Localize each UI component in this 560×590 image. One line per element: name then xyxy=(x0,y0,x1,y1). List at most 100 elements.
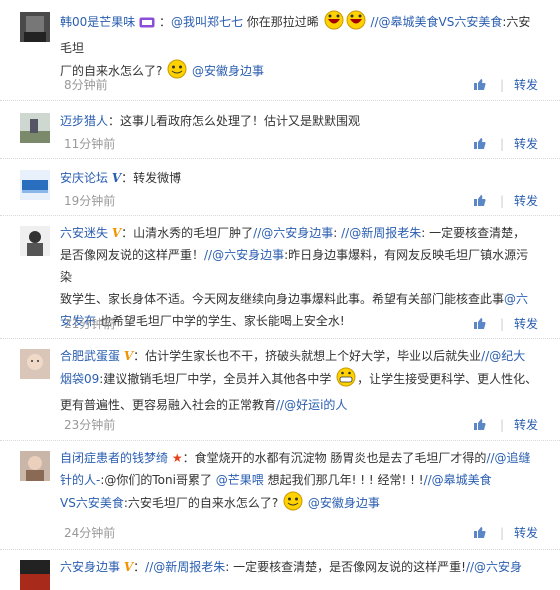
comment-time: 21分钟前 xyxy=(64,317,116,331)
comment-meta: 19分钟前 | 转发 xyxy=(64,191,538,211)
repost-link[interactable]: //@六安身边事 xyxy=(253,226,333,240)
verified-orange-icon: V xyxy=(111,226,122,240)
comment-text: 更有普遍性、更容易融入社会的正常教育 xyxy=(60,398,277,412)
mention-link[interactable]: @六 xyxy=(504,292,528,306)
comment-text: ：转发微博 xyxy=(121,171,182,185)
comment-item: 迈步猎人：这事儿看政府怎么处理了！估计又是默默围观 11分钟前 | 转发 xyxy=(0,101,560,159)
repost-button[interactable]: 转发 xyxy=(514,194,538,208)
mention-link[interactable]: @芒果喂 xyxy=(212,473,264,487)
comment-author[interactable]: 韩00是芒果味 xyxy=(60,15,135,29)
repost-link[interactable]: //@纪大 xyxy=(481,349,525,363)
comment-text: 是否像网友说的这样严重！ xyxy=(60,248,205,262)
comment-item: 韩00是芒果味 ：@我叫郑七七 你在那拉过晞 //@皋城美食VS六安美食:六安毛… xyxy=(0,0,560,101)
laugh-emoji-icon xyxy=(323,10,345,37)
avatar[interactable] xyxy=(20,226,50,256)
comment-meta: 23分钟前 | 转发 xyxy=(64,415,538,435)
divider: | xyxy=(499,526,504,540)
repost-button[interactable]: 转发 xyxy=(514,78,538,92)
verified-orange-icon: V xyxy=(123,349,134,363)
comment-text: :建议撤销毛坦厂中学，全员并入其他各中学 xyxy=(99,372,332,386)
laugh-emoji-icon xyxy=(345,10,367,37)
comment-text: ：食堂烧开的水都有沉淀物 肠胃炎也是去了毛坦厂才得的 xyxy=(182,451,487,465)
comment-text: :六安毛坦厂的自来水怎么了? xyxy=(123,496,279,510)
like-thumb-icon[interactable] xyxy=(473,136,486,156)
repost-link[interactable]: //@六安身 xyxy=(466,560,522,574)
repost-button[interactable]: 转发 xyxy=(514,526,538,540)
comment-text: : 一定要核查清楚，是否像网友说的这样严重! xyxy=(225,560,466,574)
like-thumb-icon[interactable] xyxy=(473,77,486,97)
like-thumb-icon[interactable] xyxy=(473,316,486,336)
repost-link[interactable]: VS六安美食 xyxy=(60,496,124,510)
star-badge-icon: ★ xyxy=(171,451,183,465)
avatar[interactable] xyxy=(20,170,50,200)
comment-author[interactable]: 安庆论坛 xyxy=(60,171,108,185)
comment-actions: | 转发 xyxy=(473,415,538,437)
comment-text: 想起我们那几年! ! ! 经常! ! ! xyxy=(263,473,424,487)
comment-time: 8分钟前 xyxy=(64,78,108,92)
repost-link[interactable]: 针的人- xyxy=(60,473,100,487)
like-thumb-icon[interactable] xyxy=(473,193,486,213)
repost-link[interactable]: //@新周报老朱 xyxy=(341,226,421,240)
repost-link[interactable]: //@追缝 xyxy=(486,451,530,465)
comment-meta: 11分钟前 | 转发 xyxy=(64,134,538,154)
comment-meta: 8分钟前 | 转发 xyxy=(64,75,538,95)
comment-actions: | 转发 xyxy=(473,134,538,156)
divider: | xyxy=(499,418,504,432)
comment-item: 六安身边事 V：//@新周报老朱: 一定要核查清楚，是否像网友说的这样严重!//… xyxy=(0,550,560,590)
comment-text: ：这事儿看政府怎么处理了！估计又是默默围观 xyxy=(108,114,361,128)
divider: | xyxy=(499,137,504,151)
vip-tv-icon xyxy=(139,13,155,35)
comment-text: : xyxy=(333,226,342,240)
smile-emoji-icon xyxy=(282,491,304,518)
comment-actions: | 转发 xyxy=(473,523,538,545)
comment-actions: | 转发 xyxy=(473,191,538,213)
comment-meta: 21分钟前 | 转发 xyxy=(64,314,538,334)
verified-blue-icon: V xyxy=(111,171,122,185)
avatar[interactable] xyxy=(20,560,50,590)
comment-text: 你在那拉过晞 xyxy=(242,15,319,29)
comment-author[interactable]: 迈步猎人 xyxy=(60,114,108,128)
grin-emoji-icon xyxy=(335,367,357,394)
comment-time: 19分钟前 xyxy=(64,194,116,208)
divider: | xyxy=(499,317,504,331)
repost-link[interactable]: //@好运i的人 xyxy=(276,398,347,412)
mention-link[interactable]: @安徽身边事 xyxy=(308,496,380,510)
divider: | xyxy=(499,194,504,208)
comment-text: ：山清水秀的毛坦厂肿了 xyxy=(121,226,254,240)
repost-link[interactable]: //@新周报老朱 xyxy=(145,560,225,574)
avatar[interactable] xyxy=(20,12,50,42)
comment-text: ，让学生接受更科学、更人性化、 xyxy=(357,372,538,386)
divider: | xyxy=(499,78,504,92)
comment-text: : 一定要核查清楚， xyxy=(421,226,526,240)
comment-author[interactable]: 六安身边事 xyxy=(60,560,120,574)
repost-button[interactable]: 转发 xyxy=(514,317,538,331)
repost-link[interactable]: //@皋城美食 xyxy=(424,473,492,487)
avatar[interactable] xyxy=(20,349,50,379)
comment-time: 24分钟前 xyxy=(64,526,116,540)
repost-link[interactable]: //@皋城美食VS六安美食 xyxy=(370,15,502,29)
comment-text: ： xyxy=(133,560,146,574)
comment-item: 自闭症患者的钱梦绮 ★：食堂烧开的水都有沉淀物 肠胃炎也是去了毛坦厂才得的//@… xyxy=(0,441,560,550)
comment-meta: 24分钟前 | 转发 xyxy=(64,523,538,543)
comment-actions: | 转发 xyxy=(473,75,538,97)
verified-orange-icon: V xyxy=(123,560,134,574)
mention-link[interactable]: @我叫郑七七 xyxy=(171,15,243,29)
comment-item: 六安迷失 V：山清水秀的毛坦厂肿了//@六安身边事: //@新周报老朱: 一定要… xyxy=(0,216,560,339)
repost-link[interactable]: //@六安身边事 xyxy=(204,248,284,262)
avatar[interactable] xyxy=(20,451,50,481)
repost-button[interactable]: 转发 xyxy=(514,418,538,432)
comment-text: :@你们的Toni哥累了 xyxy=(100,473,212,487)
avatar[interactable] xyxy=(20,113,50,143)
comment-text: ：估计学生家长也不干，挤破头就想上个好大学，毕业以后就失业 xyxy=(133,349,482,363)
comment-time: 11分钟前 xyxy=(64,137,116,151)
comment-author[interactable]: 六安迷失 xyxy=(60,226,108,240)
comment-author[interactable]: 自闭症患者的钱梦绮 xyxy=(60,451,168,465)
like-thumb-icon[interactable] xyxy=(473,525,486,545)
comment-author[interactable]: 合肥武蛋蛋 xyxy=(60,349,120,363)
comment-text: 致学生、家长身体不适。今天网友继续向身边事爆料此事。希望有关部门能核查此事 xyxy=(60,292,505,306)
comment-item: 安庆论坛 V：转发微博 19分钟前 | 转发 xyxy=(0,159,560,216)
like-thumb-icon[interactable] xyxy=(473,417,486,437)
mention-link[interactable]: 烟袋09 xyxy=(60,372,99,386)
comment-time: 23分钟前 xyxy=(64,418,116,432)
repost-button[interactable]: 转发 xyxy=(514,137,538,151)
